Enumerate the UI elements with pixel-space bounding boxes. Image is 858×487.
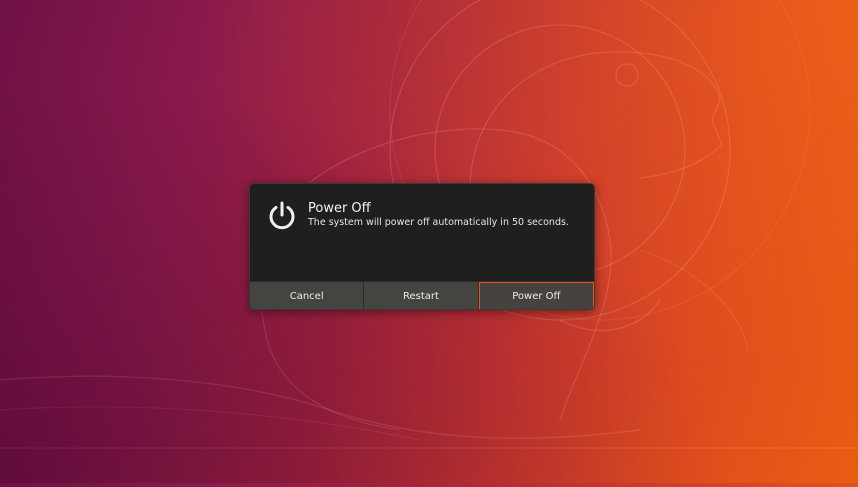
power-off-dialog: Power Off The system will power off auto… (249, 183, 595, 310)
power-icon (269, 201, 295, 230)
cancel-button[interactable]: Cancel (250, 282, 365, 309)
dialog-message: The system will power off automatically … (308, 217, 569, 228)
dialog-body: Power Off The system will power off auto… (250, 184, 594, 282)
restart-button[interactable]: Restart (364, 282, 479, 309)
dialog-button-row: Cancel Restart Power Off (250, 281, 594, 309)
power-off-button[interactable]: Power Off (478, 282, 594, 309)
dialog-title: Power Off (308, 201, 371, 216)
